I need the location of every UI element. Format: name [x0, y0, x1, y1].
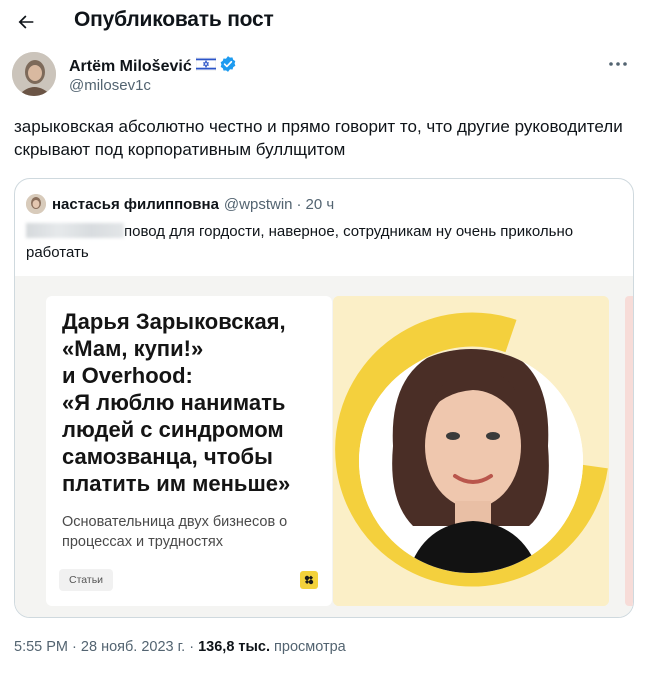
article-card: Дарья Зарыковская, «Мам, купи!» и Overho…: [46, 296, 332, 606]
headline-line: самозванца, чтобы: [62, 444, 273, 469]
portrait-illustration: [333, 296, 609, 606]
article-subtitle: Основательница двух бизнесов о процессах…: [62, 514, 288, 550]
more-options-button[interactable]: [604, 52, 632, 76]
quoted-post[interactable]: настасья филипповна @wpstwin · 20 ч пово…: [14, 178, 634, 618]
headline-line: платить им меньше»: [62, 471, 291, 496]
author-name[interactable]: Artëm Milošević: [69, 58, 192, 76]
views-count: 136,8 тыс.: [198, 639, 270, 655]
israel-flag-icon: [195, 56, 217, 76]
brand-logo-icon: [300, 571, 318, 589]
quoted-author-handle[interactable]: @wpstwin: [224, 196, 293, 213]
article-photo: [333, 296, 609, 606]
headline-line: людей с синдромом: [62, 417, 284, 442]
post-author: Artëm Milošević @milosev1c: [12, 52, 632, 100]
quoted-author-avatar[interactable]: [26, 194, 46, 214]
meta-separator: ·: [72, 639, 77, 655]
page-title: Опубликовать пост: [74, 8, 274, 31]
headline-line: «Мам, купи!»: [62, 336, 204, 361]
headline-line: и Overhood:: [62, 363, 193, 388]
quoted-time[interactable]: 20 ч: [306, 196, 335, 213]
more-dots-icon: [609, 62, 627, 66]
headline-line: Дарья Зарыковская,: [62, 309, 286, 334]
headline-line: «Я люблю нанимать: [62, 390, 286, 415]
post-text: зарыковская абсолютно честно и прямо гов…: [14, 117, 623, 159]
post-meta: 5:55 PM · 28 нояб. 2023 г. · 136,8 тыс. …: [14, 639, 346, 655]
views-label: просмотра: [274, 639, 346, 655]
quoted-post-header: настасья филипповна @wpstwin · 20 ч: [26, 194, 334, 214]
meta-separator: ·: [189, 639, 195, 655]
author-handle[interactable]: @milosev1c: [69, 77, 151, 94]
quoted-separator: ·: [296, 195, 302, 213]
article-preview-image[interactable]: Дарья Зарыковская, «Мам, купи!» и Overho…: [15, 276, 633, 617]
article-tag: Статьи: [59, 569, 114, 591]
verified-badge-icon: [219, 55, 237, 78]
quoted-text-block: повод для гордости, наверное, сотрудника…: [26, 221, 626, 263]
top-bar: Опубликовать пост: [0, 0, 646, 44]
redacted-blur: [26, 223, 124, 238]
back-button[interactable]: [10, 6, 42, 38]
author-avatar[interactable]: [12, 52, 56, 96]
arrow-left-icon: [18, 15, 34, 29]
next-slide-edge: [625, 296, 633, 606]
post-date[interactable]: 28 нояб. 2023 г.: [81, 639, 185, 655]
article-headline: Дарья Зарыковская, «Мам, купи!» и Overho…: [62, 308, 330, 497]
quoted-author-name[interactable]: настасья филипповна: [52, 196, 219, 213]
post-time[interactable]: 5:55 PM: [14, 639, 68, 655]
author-name-row[interactable]: Artëm Milošević: [69, 55, 237, 78]
